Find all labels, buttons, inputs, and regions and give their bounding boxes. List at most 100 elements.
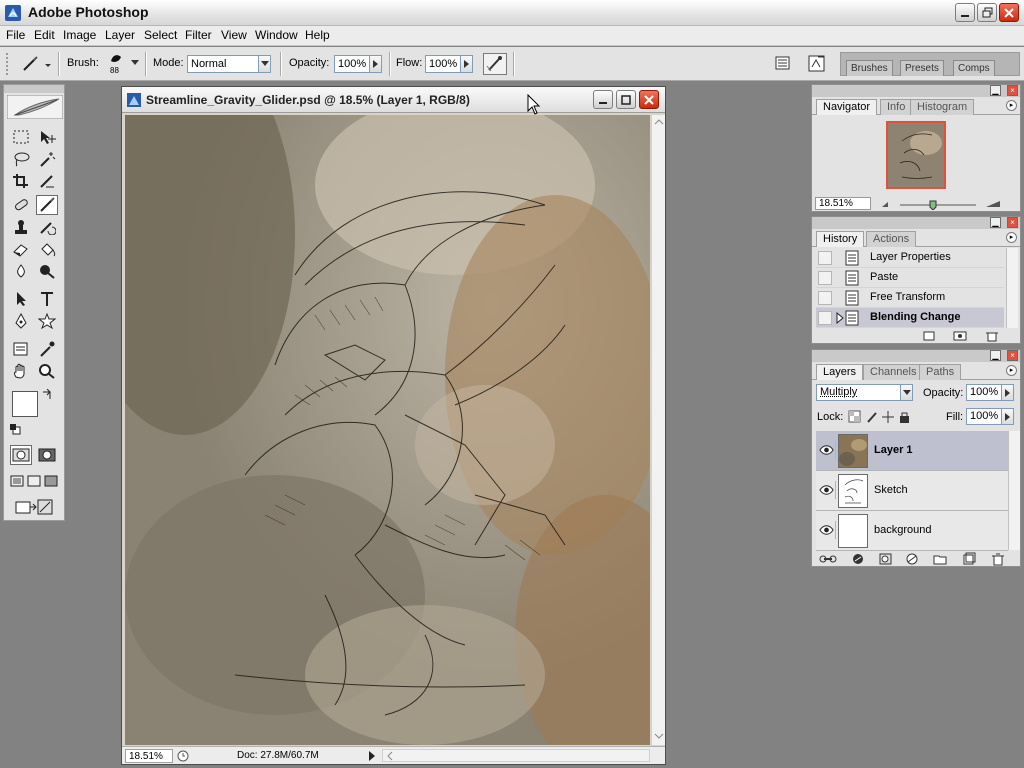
eyedropper-tool[interactable] [36,339,58,359]
mode-select[interactable]: Normal [187,55,259,73]
scroll-up-icon[interactable] [654,117,664,127]
layer-opacity-input[interactable]: 100% [966,384,1002,401]
layers-close-button[interactable]: × [1007,350,1018,361]
navigator-menu-button[interactable]: ▸ [1006,100,1017,111]
blend-mode-dropdown-button[interactable] [900,384,913,401]
hand-tool[interactable] [10,361,32,381]
paint-bucket-tool[interactable] [36,239,58,259]
pen-tool[interactable] [10,311,32,331]
layers-titlebar[interactable]: ▁ × [812,350,1020,362]
tab-navigator[interactable]: Navigator [816,99,878,115]
vertical-scrollbar[interactable] [651,115,665,745]
navigator-thumbnail[interactable] [886,121,946,189]
flow-slider-button[interactable] [460,55,473,73]
history-item[interactable]: Paste [816,268,1004,288]
layers-menu-button[interactable]: ▸ [1006,365,1017,376]
menu-select[interactable]: Select [144,28,177,42]
eye-icon[interactable] [818,441,836,459]
tab-channels[interactable]: Channels [863,364,924,380]
notes-tool[interactable] [10,339,32,359]
flow-input[interactable]: 100% [425,55,461,73]
crop-tool[interactable] [10,171,32,191]
blur-tool[interactable] [10,261,32,281]
path-selection-tool[interactable] [10,289,32,309]
doc-zoom-field[interactable]: 18.51% [125,749,173,763]
eye-icon[interactable] [818,481,836,499]
scroll-left-icon[interactable] [385,751,395,761]
history-scrollbar[interactable] [1006,248,1018,328]
default-colors-icon[interactable] [9,423,21,435]
fill-input[interactable]: 100% [966,408,1002,425]
standard-mode-button[interactable] [10,445,32,465]
opacity-slider-button[interactable] [369,55,382,73]
history-source-checkbox[interactable] [818,251,832,265]
brush-tool-preset-icon[interactable] [20,55,54,73]
tab-info[interactable]: Info [880,99,913,115]
dodge-tool[interactable] [36,261,58,281]
foreground-color-swatch[interactable] [12,391,38,417]
menu-edit[interactable]: Edit [34,28,55,42]
goto-imageready-button[interactable] [806,53,828,75]
eye-icon[interactable] [818,521,836,539]
feather-logo-icon[interactable] [7,95,63,119]
navigator-titlebar[interactable]: ▁ × [812,85,1020,97]
eraser-tool[interactable] [10,239,32,259]
tab-paths[interactable]: Paths [919,364,962,380]
doc-maximize-button[interactable] [616,90,636,109]
lasso-tool[interactable] [10,149,32,169]
history-state-slider-icon[interactable] [836,312,844,324]
menu-layer[interactable]: Layer [105,28,135,42]
tab-presets[interactable]: Presets [900,60,944,76]
opacity-input[interactable]: 100% [334,55,370,73]
menu-view[interactable]: View [221,28,247,42]
navigator-close-button[interactable]: × [1007,85,1018,96]
custom-shape-tool[interactable] [36,311,58,331]
horizontal-scrollbar[interactable] [382,749,650,762]
minimize-button[interactable] [955,3,975,22]
history-titlebar[interactable]: ▁ × [812,217,1020,229]
history-close-button[interactable]: × [1007,217,1018,228]
layers-minimize-button[interactable]: ▁ [990,350,1001,361]
history-item-current[interactable]: Blending Change [816,308,1004,328]
document-titlebar[interactable]: Streamline_Gravity_Glider.psd @ 18.5% (L… [122,87,665,113]
layer-row-layer-1[interactable]: Layer 1 [816,431,1008,471]
file-browser-button[interactable] [774,55,792,72]
menu-image[interactable]: Image [63,28,96,42]
magic-wand-tool[interactable] [36,149,58,169]
tab-history[interactable]: History [816,231,865,247]
restore-button[interactable] [977,3,997,22]
healing-brush-tool[interactable] [10,195,32,215]
brush-tool[interactable] [36,195,58,215]
quick-mask-button[interactable] [36,445,58,465]
fullscreen-button[interactable] [43,471,59,491]
status-icon[interactable] [177,750,189,762]
marquee-tool[interactable] [10,127,32,147]
clone-stamp-tool[interactable] [10,217,32,237]
standard-screen-button[interactable] [9,471,25,491]
navigator-minimize-button[interactable]: ▁ [990,85,1001,96]
options-grip[interactable] [6,53,14,75]
menu-window[interactable]: Window [255,28,298,42]
brush-tip-icon[interactable] [109,52,123,64]
tab-comps[interactable]: Comps [953,60,995,76]
layer-row-background[interactable]: background [816,511,1008,551]
history-minimize-button[interactable]: ▁ [990,217,1001,228]
mode-dropdown-button[interactable] [258,55,271,73]
tab-actions[interactable]: Actions [866,231,917,247]
history-brush-tool[interactable] [36,217,58,237]
doc-close-button[interactable] [639,90,659,109]
navigator-zoom-slider[interactable] [878,198,1016,210]
fill-slider-button[interactable] [1001,408,1014,425]
airbrush-button[interactable] [483,53,507,75]
swap-colors-icon[interactable] [41,389,53,401]
history-source-checkbox[interactable] [818,271,832,285]
blend-mode-select[interactable]: Multiply [816,384,902,401]
navigator-zoom-field[interactable]: 18.51% [815,197,871,210]
tab-layers[interactable]: Layers [816,364,864,380]
history-item[interactable]: Free Transform [816,288,1004,308]
history-source-checkbox[interactable] [818,311,832,325]
zoom-tool[interactable] [36,361,58,381]
move-tool[interactable] [36,127,58,147]
menu-help[interactable]: Help [305,28,330,42]
layer-opacity-slider-button[interactable] [1001,384,1014,401]
